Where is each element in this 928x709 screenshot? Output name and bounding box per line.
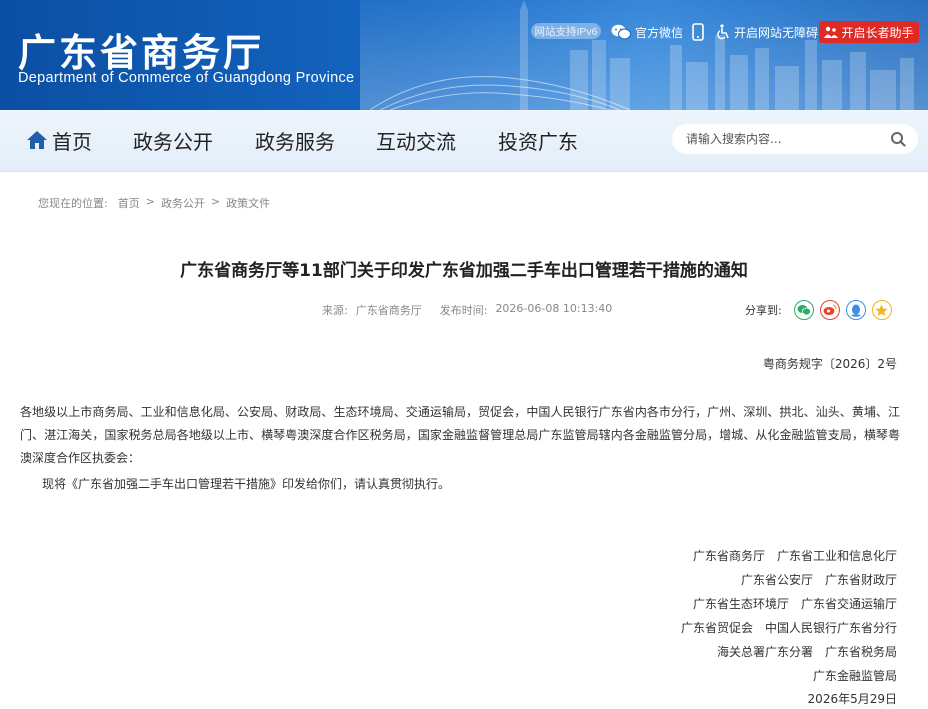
accessibility-link[interactable]: 开启网站无障碍 — [716, 22, 818, 42]
breadcrumb-separator: > — [145, 195, 155, 208]
article-title: 广东省商务厅等11部门关于印发广东省加强二手车出口管理若干措施的通知 — [180, 261, 748, 281]
city-skyline-image — [370, 0, 914, 110]
body-paragraph: 现将《广东省加强二手车出口管理若干措施》印发给你们，请认真贯彻执行。 — [42, 477, 451, 491]
wechat-share-icon[interactable] — [793, 300, 814, 320]
elder-person-icon — [824, 26, 839, 38]
source-label: 来源: — [322, 304, 348, 317]
nav-item-public-affairs[interactable]: 政务公开 — [133, 125, 213, 155]
nav-item-label: 政务公开 — [133, 129, 213, 154]
nav-item-label: 投资广东 — [498, 129, 578, 154]
signature-line: 广东省贸促会 中国人民银行广东省分行 — [680, 621, 897, 635]
signature-line: 广东省生态环境厅 广东省交通运输厅 — [692, 597, 897, 611]
breadcrumb-public-affairs[interactable]: 政务公开 — [161, 195, 205, 211]
home-icon — [27, 131, 47, 149]
wechat-icon — [611, 24, 631, 40]
nav-item-services[interactable]: 政务服务 — [255, 125, 335, 155]
nav-item-invest[interactable]: 投资广东 — [498, 125, 578, 155]
breadcrumb-prefix: 您现在的位置: — [38, 197, 108, 210]
ipv6-badge: 网站支持IPv6 — [531, 23, 601, 39]
elder-assistant-button[interactable]: 开启长者助手 — [819, 21, 919, 43]
mobile-link[interactable] — [692, 22, 704, 42]
nav-item-label: 互动交流 — [376, 129, 456, 154]
signature-line: 海关总署广东分署 广东省税务局 — [716, 645, 897, 659]
signature-date: 2026年5月29日 — [807, 692, 897, 706]
nav-item-label: 政务服务 — [255, 129, 335, 154]
nav-item-interaction[interactable]: 互动交流 — [376, 125, 456, 155]
share-bar: 分享到: — [745, 300, 892, 320]
wheelchair-icon — [717, 24, 729, 40]
site-title: 广东省商务厅 — [18, 31, 265, 75]
nav-item-home[interactable]: 首页 — [26, 125, 92, 155]
search-box — [672, 124, 918, 154]
weibo-share-icon[interactable] — [819, 300, 840, 320]
signature-line: 广东省公安厅 广东省财政厅 — [740, 573, 897, 587]
share-label: 分享到: — [745, 304, 782, 317]
qq-share-icon[interactable] — [845, 300, 866, 320]
source-value: 广东省商务厅 — [355, 304, 422, 317]
site-subtitle: Department of Commerce of Guangdong Prov… — [18, 70, 355, 86]
site-header: 广东省商务厅 Department of Commerce of Guangdo… — [0, 0, 928, 110]
mobile-phone-icon — [692, 23, 704, 41]
recipients-paragraph: 各地级以上市商务局、工业和信息化局、公安局、财政局、生态环境局、交通运输局，贸促… — [20, 405, 900, 465]
time-value: 2026-06-08 10:13:40 — [495, 302, 613, 315]
search-icon[interactable] — [890, 131, 906, 147]
breadcrumb-policy-docs[interactable]: 政策文件 — [226, 195, 270, 211]
search-input[interactable] — [686, 132, 876, 146]
breadcrumb-home[interactable]: 首页 — [118, 195, 140, 211]
document-number: 粤商务规字〔2026〕2号 — [762, 357, 897, 371]
accessibility-label: 开启网站无障碍 — [734, 25, 819, 40]
qzone-share-icon[interactable] — [871, 300, 892, 320]
signature-line: 广东金融监管局 — [812, 669, 897, 683]
wechat-link[interactable]: 官方微信 — [611, 22, 683, 42]
breadcrumb-separator: > — [210, 195, 221, 208]
wechat-label: 官方微信 — [635, 25, 684, 40]
breadcrumb: 您现在的位置: 首页 > 政务公开 > 政策文件 — [38, 195, 270, 211]
nav-item-label: 首页 — [52, 129, 92, 154]
elder-assistant-label: 开启长者助手 — [841, 25, 914, 40]
signature-line: 广东省商务厅 广东省工业和信息化厅 — [692, 549, 897, 563]
article-meta: 来源: 广东省商务厅 发布时间: 2026-06-08 10:13:40 — [322, 302, 612, 318]
time-label: 发布时间: — [439, 304, 488, 317]
